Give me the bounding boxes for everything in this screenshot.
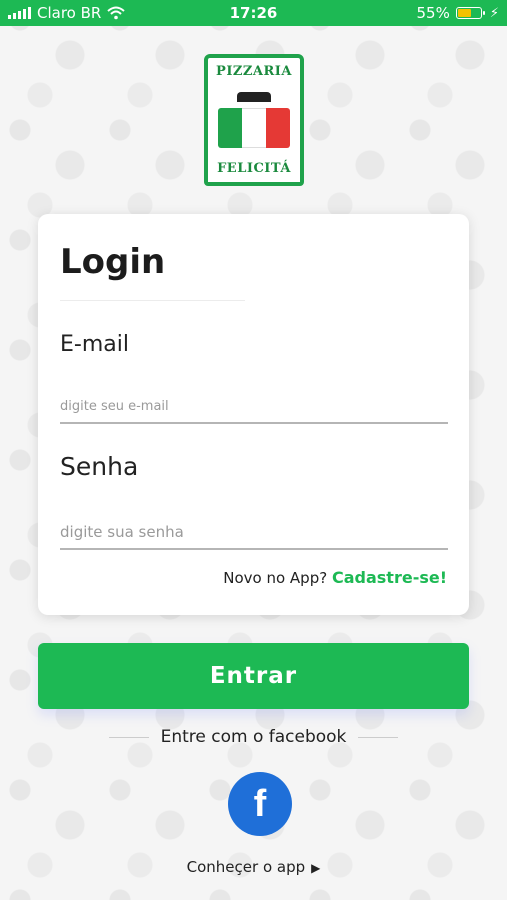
status-bar: Claro BR 17:26 55% ⚡	[0, 0, 507, 26]
enter-button[interactable]: Entrar	[38, 643, 469, 709]
logo-top-text: PIZZARIA	[216, 64, 292, 79]
know-app-link[interactable]: Conheçer o app ▶	[0, 858, 507, 876]
know-app-text: Conheçer o app	[186, 858, 306, 876]
chevron-right-icon: ▶	[311, 861, 321, 875]
title-divider	[60, 300, 245, 301]
email-label: E-mail	[60, 332, 129, 357]
signup-link[interactable]: Cadastre-se!	[332, 568, 447, 587]
wifi-icon	[107, 6, 126, 20]
battery-percent: 55%	[416, 4, 450, 22]
email-input[interactable]	[60, 390, 448, 424]
logo-bottom-text: FELICITÁ	[217, 160, 291, 176]
facebook-login-button[interactable]: f	[228, 772, 292, 836]
charging-bolt-icon: ⚡	[489, 5, 499, 21]
carrier-name: Claro BR	[37, 4, 102, 22]
battery-icon	[455, 7, 485, 19]
login-title: Login	[60, 242, 166, 282]
login-card: Login E-mail Senha Novo no App? Cadastre…	[38, 214, 469, 615]
italian-flag-icon	[218, 108, 290, 149]
password-input[interactable]	[60, 516, 448, 550]
facebook-icon: f	[253, 782, 267, 825]
facebook-divider-row: Entre com o facebook	[0, 727, 507, 747]
pizzeria-logo: PIZZARIA FELICITÁ	[204, 54, 304, 186]
facebook-login-text: Entre com o facebook	[160, 727, 347, 747]
divider-line-left	[108, 736, 149, 738]
chef-hat-icon	[237, 91, 271, 102]
new-user-text: Novo no App?	[223, 569, 328, 587]
signup-row: Novo no App? Cadastre-se!	[223, 568, 447, 587]
signal-bars-icon	[8, 7, 31, 19]
password-label: Senha	[60, 452, 139, 481]
divider-line-right	[358, 736, 399, 738]
